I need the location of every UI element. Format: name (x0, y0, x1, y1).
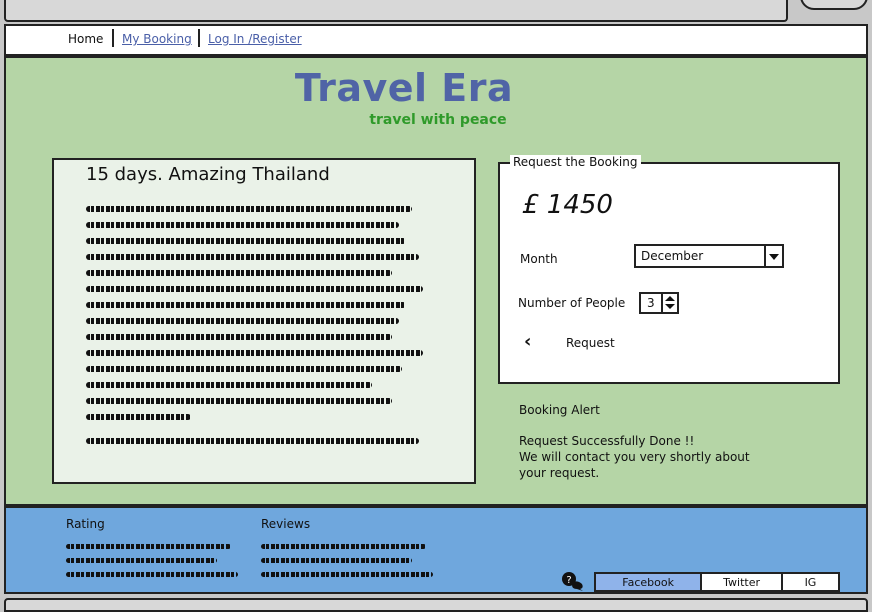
main-content: Travel Era travel with peace 15 days. Am… (4, 56, 868, 506)
month-select[interactable]: December (634, 244, 784, 268)
tour-description-placeholder-text (86, 206, 426, 454)
social-facebook[interactable]: Facebook (596, 574, 703, 590)
browser-control (800, 0, 868, 10)
site-tagline: travel with peace (369, 112, 507, 128)
social-links: Facebook Twitter IG (594, 572, 840, 592)
browser-bottom-bar (4, 598, 868, 612)
booking-form-legend: Request the Booking (510, 155, 641, 169)
browser-top-strip (0, 0, 872, 24)
booking-alert-message-line: Request Successfully Done !! (519, 434, 695, 448)
nav-my-booking-link[interactable]: My Booking (122, 31, 192, 47)
reviews-placeholder-text (261, 544, 433, 586)
tour-price: £ 1450 (522, 190, 613, 220)
booking-alert-message-line: your request. (519, 466, 600, 480)
stepper-down-icon[interactable] (665, 304, 675, 309)
stepper-buttons[interactable] (661, 294, 677, 312)
request-button-label: Request (566, 336, 615, 350)
site-title: Travel Era (294, 66, 514, 110)
nav-bar: Home My Booking Log In /Register (4, 24, 868, 56)
people-count-stepper[interactable]: 3 (639, 292, 679, 314)
browser-frame (4, 0, 788, 22)
booking-request-form: Request the Booking £ 1450 Month Decembe… (498, 155, 840, 384)
chevron-down-icon[interactable] (764, 246, 782, 266)
month-label: Month (520, 252, 558, 266)
nav-login-register-link[interactable]: Log In /Register (208, 31, 302, 47)
chat-icon[interactable]: ? (560, 571, 586, 591)
month-select-value: December (641, 249, 704, 263)
social-twitter[interactable]: Twitter (702, 574, 783, 590)
people-count-value: 3 (647, 296, 655, 310)
chevron-left-icon: ‹ (524, 331, 532, 352)
booking-alert-message-line: We will contact you very shortly about (519, 450, 750, 464)
footer: Rating Reviews ? Facebook Twitter IG (4, 506, 868, 594)
svg-text:?: ? (566, 575, 571, 586)
booking-alert-title: Booking Alert (519, 403, 600, 417)
people-count-label: Number of People (518, 296, 626, 310)
rating-placeholder-text (66, 544, 238, 586)
social-ig[interactable]: IG (783, 574, 838, 590)
tour-title: 15 days. Amazing Thailand (86, 164, 330, 185)
stepper-up-icon[interactable] (665, 296, 675, 301)
nav-home[interactable]: Home (68, 31, 103, 47)
nav-divider (198, 29, 200, 47)
nav-divider (112, 29, 114, 47)
tour-description-panel: 15 days. Amazing Thailand (52, 158, 476, 484)
reviews-heading: Reviews (261, 517, 311, 531)
rating-heading: Rating (66, 517, 105, 531)
